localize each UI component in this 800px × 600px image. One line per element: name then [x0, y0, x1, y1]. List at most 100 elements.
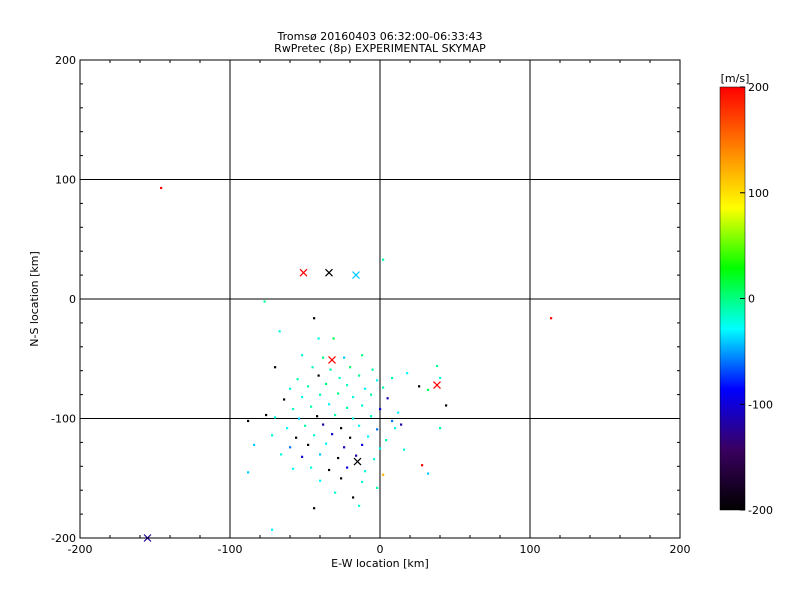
- cross-marker: [325, 268, 333, 277]
- colorbar-tick-label: 100: [748, 187, 769, 200]
- data-point: [340, 427, 343, 430]
- data-point: [328, 403, 331, 406]
- data-point: [385, 439, 388, 442]
- colorbar-tick-label: 0: [748, 293, 755, 306]
- data-point: [247, 471, 250, 474]
- data-point: [379, 447, 382, 450]
- data-point: [418, 385, 421, 388]
- skymap-figure: Tromsø 20160403 06:32:00-06:33:43 RwPret…: [28, 30, 773, 570]
- data-point: [301, 455, 304, 458]
- x-tick-label: 100: [520, 543, 541, 556]
- data-point: [334, 491, 337, 494]
- cross-marker: [433, 381, 441, 389]
- data-point: [337, 392, 340, 395]
- data-point: [247, 419, 250, 423]
- data-point: [352, 417, 355, 420]
- data-point: [445, 404, 448, 407]
- data-point: [329, 368, 332, 371]
- data-point: [295, 436, 298, 439]
- data-point: [332, 337, 335, 340]
- data-point: [311, 366, 314, 369]
- data-point: [265, 413, 268, 417]
- data-point: [373, 458, 376, 461]
- data-point: [310, 466, 313, 469]
- data-point: [382, 473, 385, 476]
- data-point: [439, 427, 442, 430]
- data-point: [406, 372, 409, 375]
- data-point: [280, 453, 283, 456]
- data-point: [253, 443, 256, 446]
- data-point: [403, 448, 406, 451]
- data-point: [296, 378, 299, 381]
- data-point: [346, 384, 349, 387]
- data-point: [274, 416, 277, 419]
- data-point: [376, 379, 379, 382]
- data-point: [376, 486, 379, 490]
- data-point: [313, 317, 316, 320]
- y-tick-label: -200: [51, 532, 76, 545]
- data-point: [400, 423, 403, 426]
- data-point: [346, 406, 349, 409]
- data-point: [427, 388, 430, 392]
- data-point: [361, 443, 364, 446]
- data-point: [349, 366, 352, 369]
- data-point: [307, 443, 310, 446]
- data-point: [316, 415, 319, 418]
- data-point: [391, 419, 394, 423]
- data-point: [343, 446, 346, 449]
- cross-markers: [143, 268, 441, 542]
- x-tick-label: 0: [377, 543, 384, 556]
- y-tick-label: 200: [55, 54, 76, 67]
- data-point: [283, 398, 286, 401]
- data-point: [160, 186, 163, 190]
- data-point: [382, 258, 385, 261]
- data-point: [319, 479, 322, 482]
- data-point: [319, 393, 322, 396]
- data-point: [358, 374, 361, 377]
- data-point: [364, 470, 367, 473]
- data-points: [160, 186, 553, 531]
- data-point: [427, 472, 430, 475]
- data-point: [278, 330, 281, 333]
- data-point: [310, 405, 313, 408]
- x-tick-label: -100: [218, 543, 243, 556]
- data-point: [331, 433, 334, 436]
- x-axis-ticks: -200 -100 0 100 200: [68, 60, 691, 556]
- data-point: [313, 434, 316, 437]
- data-point: [346, 466, 349, 469]
- data-point: [289, 387, 292, 390]
- y-tick-label: -100: [51, 413, 76, 426]
- data-point: [271, 434, 274, 437]
- cross-marker: [352, 271, 360, 280]
- y-axis-label: N-S location [km]: [28, 251, 41, 347]
- colorbar-tick-label: -200: [748, 504, 773, 517]
- data-point: [304, 424, 307, 427]
- colorbar-tick-label: -100: [748, 398, 773, 411]
- data-point: [355, 454, 358, 457]
- x-axis-label: E-W location [km]: [331, 557, 429, 570]
- data-point: [364, 387, 367, 390]
- data-point: [391, 376, 394, 380]
- data-point: [301, 354, 304, 357]
- chart-subtitle: RwPretec (8p) EXPERIMENTAL SKYMAP: [274, 42, 486, 55]
- data-point: [292, 407, 295, 411]
- data-point: [301, 395, 304, 399]
- cross-marker: [353, 457, 362, 466]
- data-point: [370, 415, 373, 418]
- data-point: [322, 356, 325, 359]
- data-point: [328, 468, 331, 472]
- data-point: [313, 507, 316, 510]
- data-point: [379, 407, 382, 411]
- x-tick-label: 200: [670, 543, 691, 556]
- data-point: [421, 464, 424, 467]
- data-point: [358, 424, 361, 427]
- data-point: [322, 423, 325, 426]
- data-point: [358, 504, 361, 507]
- data-point: [317, 337, 320, 340]
- data-point: [317, 374, 320, 377]
- data-point: [337, 456, 340, 460]
- data-point: [338, 376, 341, 380]
- data-point: [325, 442, 328, 445]
- data-point: [550, 317, 553, 320]
- data-point: [319, 453, 322, 456]
